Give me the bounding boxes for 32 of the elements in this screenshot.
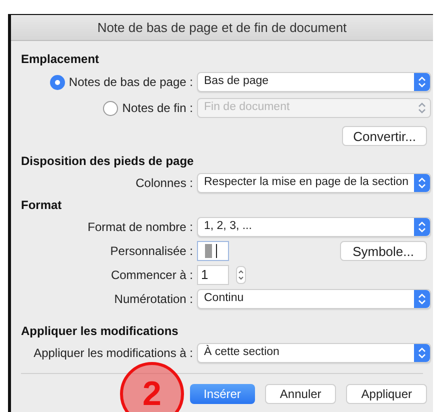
stepper-arrows-icon [414, 290, 430, 308]
section-heading: Disposition des pieds de page [21, 153, 195, 170]
stepper-arrows-icon [414, 174, 430, 192]
field-label: Personnalisée : [110, 243, 193, 260]
field-label: Colonnes : [136, 175, 193, 192]
dialog-button[interactable]: Appliquer [346, 384, 427, 404]
dropdown[interactable]: Bas de page [197, 72, 431, 92]
convert-button[interactable]: Convertir... [342, 126, 427, 146]
stepper-arrows-icon [414, 73, 430, 91]
dropdown[interactable]: 1, 2, 3, ... [197, 217, 431, 237]
section-heading: Appliquer les modifications [21, 323, 180, 340]
field-label: Numérotation : [114, 291, 193, 308]
radio-button[interactable] [50, 74, 65, 90]
field-label: Notes de fin : [122, 100, 193, 117]
symbol-button[interactable]: Symbole... [340, 241, 427, 261]
dropdown[interactable]: Respecter la mise en page de la section [197, 173, 431, 193]
window-title: Note de bas de page et de fin de document [97, 18, 347, 37]
stepper-arrows-icon [414, 344, 430, 362]
step-number-badge: 2 [120, 362, 184, 412]
dropdown[interactable]: À cette section [197, 343, 431, 363]
number-field[interactable]: 1 [197, 265, 229, 285]
field-label: Commencer à : [110, 267, 193, 284]
section-heading: Emplacement [21, 51, 100, 68]
field-label: Appliquer les modifications à : [34, 345, 193, 362]
section-heading: Format [21, 197, 63, 214]
stepper-icon[interactable] [236, 266, 246, 284]
text-field[interactable] [197, 241, 229, 261]
field-label: Format de nombre : [88, 219, 193, 236]
dropdown[interactable]: Continu [197, 289, 431, 309]
stepper-arrows-icon [414, 218, 430, 236]
field-label: Notes de bas de page : [68, 74, 193, 91]
dialog-button[interactable]: Annuler [264, 384, 336, 404]
